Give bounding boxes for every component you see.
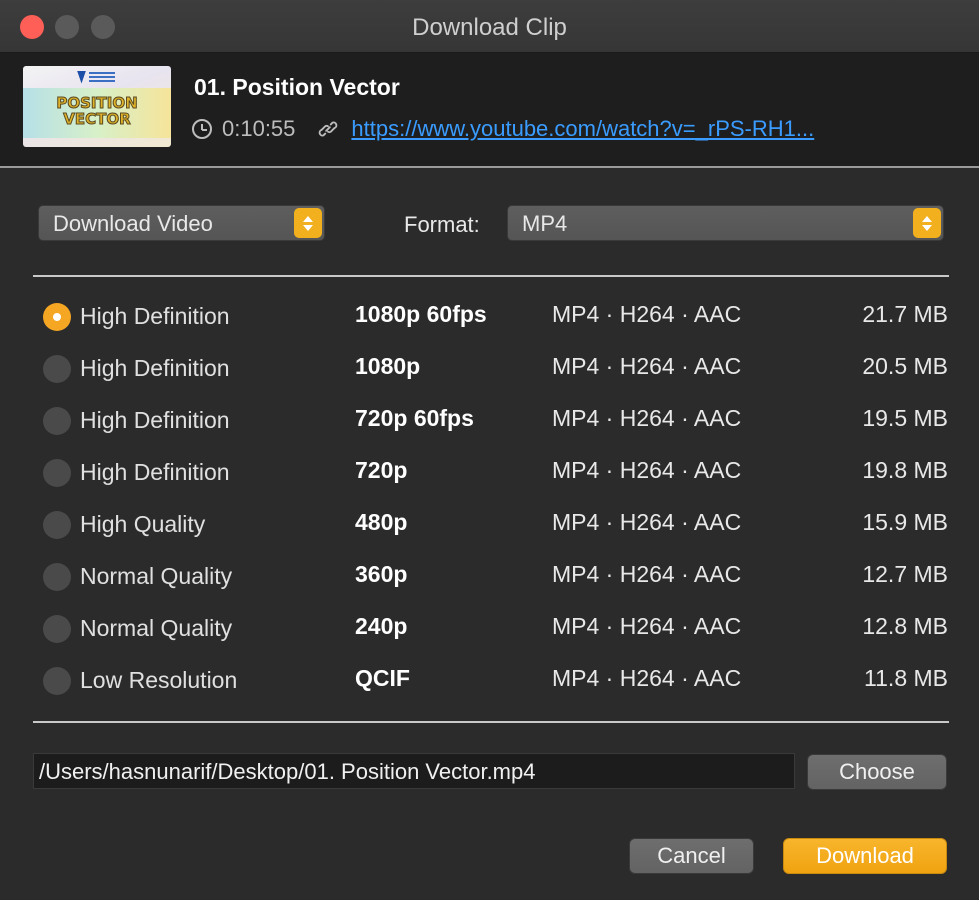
- option-radio[interactable]: [43, 407, 71, 435]
- option-radio[interactable]: [43, 303, 71, 331]
- thumbnail-text-line1: POSITION: [56, 94, 138, 112]
- clip-header: POSITION VECTOR 01. Position Vector 0:10…: [0, 53, 979, 168]
- option-quality: High Quality: [80, 511, 206, 537]
- option-codec: MP4 · H264 · AAC: [552, 353, 742, 379]
- option-resolution: QCIF: [355, 665, 410, 691]
- clip-meta: 0:10:55 https://www.youtube.com/watch?v=…: [192, 114, 814, 144]
- option-codec: MP4 · H264 · AAC: [552, 561, 742, 587]
- option-row[interactable]: Normal Quality 240p MP4 · H264 · AAC 12.…: [0, 613, 979, 665]
- window-title: Download Clip: [412, 14, 567, 41]
- format-label: Format:: [404, 212, 480, 237]
- chevron-up-icon: [303, 215, 313, 222]
- option-resolution: 1080p: [355, 353, 421, 379]
- chevron-down-icon: [922, 224, 932, 231]
- option-quality: Low Resolution: [80, 667, 238, 693]
- option-row[interactable]: High Definition 720p MP4 · H264 · AAC 19…: [0, 457, 979, 509]
- clip-url-link[interactable]: https://www.youtube.com/watch?v=_rPS-RH1…: [351, 116, 814, 142]
- option-size: 15.9 MB: [862, 509, 948, 535]
- option-row[interactable]: High Quality 480p MP4 · H264 · AAC 15.9 …: [0, 509, 979, 561]
- option-radio[interactable]: [43, 355, 71, 383]
- option-row[interactable]: High Definition 1080p 60fps MP4 · H264 ·…: [0, 301, 979, 353]
- option-resolution: 1080p 60fps: [355, 301, 487, 327]
- option-radio[interactable]: [43, 615, 71, 643]
- thumbnail-text-line2: VECTOR: [63, 110, 131, 128]
- chevron-up-icon: [922, 215, 932, 222]
- format-stepper[interactable]: [913, 208, 941, 238]
- option-codec: MP4 · H264 · AAC: [552, 665, 742, 691]
- option-resolution: 240p: [355, 613, 408, 639]
- option-radio[interactable]: [43, 667, 71, 695]
- option-codec: MP4 · H264 · AAC: [552, 457, 742, 483]
- chevron-down-icon: [303, 224, 313, 231]
- option-radio[interactable]: [43, 563, 71, 591]
- option-row[interactable]: High Definition 1080p MP4 · H264 · AAC 2…: [0, 353, 979, 405]
- option-resolution: 480p: [355, 509, 408, 535]
- option-row[interactable]: Normal Quality 360p MP4 · H264 · AAC 12.…: [0, 561, 979, 613]
- option-radio[interactable]: [43, 511, 71, 539]
- option-quality: High Definition: [80, 303, 230, 329]
- divider-top: [33, 275, 949, 277]
- divider-bottom: [33, 721, 949, 723]
- title-bar: Download Clip: [0, 0, 979, 53]
- clock-icon: [192, 119, 212, 139]
- option-quality: High Definition: [80, 459, 230, 485]
- option-size: 12.8 MB: [862, 613, 948, 639]
- option-resolution: 360p: [355, 561, 408, 587]
- option-quality: Normal Quality: [80, 563, 233, 589]
- option-codec: MP4 · H264 · AAC: [552, 613, 742, 639]
- option-quality: Normal Quality: [80, 615, 233, 641]
- option-codec: MP4 · H264 · AAC: [552, 301, 742, 327]
- option-radio[interactable]: [43, 459, 71, 487]
- option-codec: MP4 · H264 · AAC: [552, 509, 742, 535]
- link-icon: [319, 121, 338, 137]
- format-select[interactable]: MP4: [507, 205, 944, 241]
- option-size: 19.5 MB: [862, 405, 948, 431]
- clip-title: 01. Position Vector: [194, 74, 400, 100]
- option-codec: MP4 · H264 · AAC: [552, 405, 742, 431]
- option-size: 19.8 MB: [862, 457, 948, 483]
- format-value: MP4: [522, 211, 568, 236]
- clip-duration: 0:10:55: [222, 116, 296, 141]
- channel-logo-icon: [77, 70, 117, 84]
- option-quality: High Definition: [80, 407, 230, 433]
- option-resolution: 720p 60fps: [355, 405, 474, 431]
- choose-button[interactable]: Choose: [807, 754, 947, 790]
- option-size: 12.7 MB: [862, 561, 948, 587]
- option-size: 11.8 MB: [864, 665, 948, 691]
- option-quality: High Definition: [80, 355, 230, 381]
- option-size: 20.5 MB: [862, 353, 948, 379]
- download-mode-select[interactable]: Download Video: [38, 205, 325, 241]
- cancel-button[interactable]: Cancel: [629, 838, 754, 874]
- download-mode-value: Download Video: [53, 211, 213, 236]
- save-path-field[interactable]: /Users/hasnunarif/Desktop/01. Position V…: [33, 753, 795, 789]
- option-row[interactable]: Low Resolution QCIF MP4 · H264 · AAC 11.…: [0, 665, 979, 717]
- clip-thumbnail: POSITION VECTOR: [23, 66, 171, 147]
- option-row[interactable]: High Definition 720p 60fps MP4 · H264 · …: [0, 405, 979, 457]
- download-button[interactable]: Download: [783, 838, 947, 874]
- option-size: 21.7 MB: [862, 301, 948, 327]
- option-resolution: 720p: [355, 457, 408, 483]
- mode-stepper[interactable]: [294, 208, 322, 238]
